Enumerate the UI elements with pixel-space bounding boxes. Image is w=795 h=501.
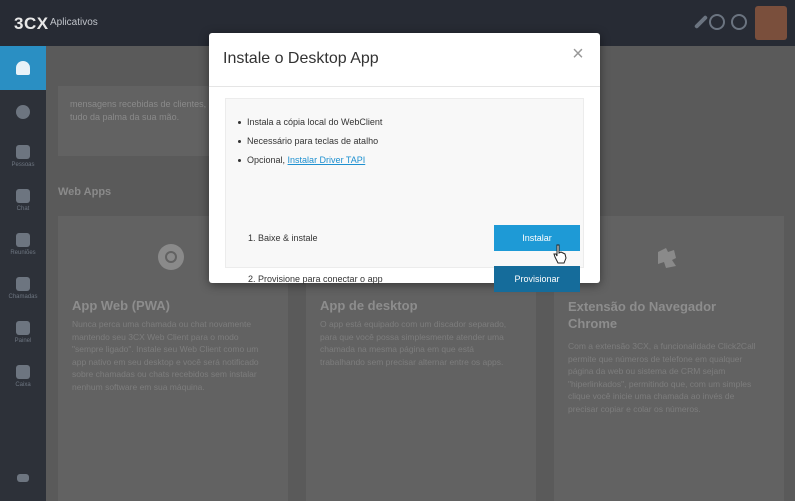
- sidebar-item-label: Caixa: [15, 381, 31, 388]
- sidebar-collapse[interactable]: [0, 456, 46, 500]
- sidebar-item-profile[interactable]: [0, 90, 46, 134]
- optional-label: Opcional,: [247, 155, 286, 165]
- install-desktop-dialog: Instale o Desktop App × Instala a cópia …: [209, 33, 600, 292]
- brand-logo: 3CX: [14, 14, 49, 33]
- provision-button[interactable]: Provisionar: [494, 266, 580, 292]
- dialog-title: Instale o Desktop App: [223, 50, 379, 67]
- settings-icon[interactable]: [731, 14, 747, 30]
- sidebar-item-voicemail[interactable]: Caixa: [0, 354, 46, 398]
- card-description: O app está equipado com um discador sepa…: [320, 319, 507, 367]
- dialog-header: Instale o Desktop App ×: [209, 33, 600, 87]
- chrome-icon: [158, 244, 184, 270]
- sidebar-item-panel[interactable]: Painel: [0, 310, 46, 354]
- step-provision-label: 2. Provisione para conectar o app: [248, 274, 383, 284]
- phone-icon[interactable]: [693, 14, 709, 30]
- sidebar-item-chat[interactable]: Chat: [0, 178, 46, 222]
- sidebar: Pessoas Chat Reuniões Chamadas Painel Ca…: [0, 46, 46, 501]
- sidebar-item-meetings[interactable]: Reuniões: [0, 222, 46, 266]
- voicemail-icon: [16, 364, 30, 379]
- card-description: Com a extensão 3CX, a funcionalidade Cli…: [568, 341, 756, 414]
- sidebar-item-calls[interactable]: Chamadas: [0, 266, 46, 310]
- user-icon: [16, 105, 30, 119]
- section-title: Web Apps: [58, 186, 112, 198]
- puzzle-icon: [658, 248, 676, 268]
- sidebar-item-label: Chat: [16, 205, 30, 212]
- calendar-icon: [16, 232, 30, 247]
- phone-icon: [16, 276, 30, 291]
- sidebar-item-label: Painel: [14, 337, 32, 344]
- sidebar-item-notifications[interactable]: [0, 46, 46, 90]
- status-icon[interactable]: [709, 14, 725, 30]
- dialog-body: Instala a cópia local do WebClient Neces…: [225, 98, 584, 292]
- card-title: Extensão do Navegador Chrome: [568, 299, 717, 331]
- bell-icon: [16, 61, 30, 75]
- list-item: Instala a cópia local do WebClient: [238, 113, 382, 132]
- sidebar-item-people[interactable]: Pessoas: [0, 134, 46, 178]
- close-icon[interactable]: ×: [568, 44, 588, 65]
- install-button[interactable]: Instalar: [494, 225, 580, 251]
- avatar[interactable]: [755, 6, 787, 40]
- list-item: Necessário para teclas de atalho: [238, 132, 382, 151]
- people-icon: [16, 144, 30, 159]
- sidebar-item-label: Reuniões: [10, 249, 36, 256]
- hand-cursor-icon: [553, 244, 567, 264]
- step-download-label: 1. Baixe & instale: [248, 233, 318, 243]
- card-description: Nunca perca uma chamada ou chat novament…: [72, 319, 259, 392]
- list-item: Opcional, Instalar Driver TAPI: [238, 151, 382, 170]
- chat-icon: [16, 188, 30, 203]
- install-tapi-link[interactable]: Instalar Driver TAPI: [288, 155, 366, 165]
- app-label: Aplicativos: [50, 17, 98, 28]
- feature-list: Instala a cópia local do WebClient Neces…: [238, 113, 382, 170]
- card-title: App Web (PWA): [72, 298, 170, 313]
- presence-icon: [16, 320, 30, 335]
- chevron-down-icon: [17, 474, 29, 482]
- sidebar-item-label: Chamadas: [8, 293, 38, 300]
- sidebar-item-label: Pessoas: [11, 161, 35, 168]
- card-title: App de desktop: [320, 298, 418, 313]
